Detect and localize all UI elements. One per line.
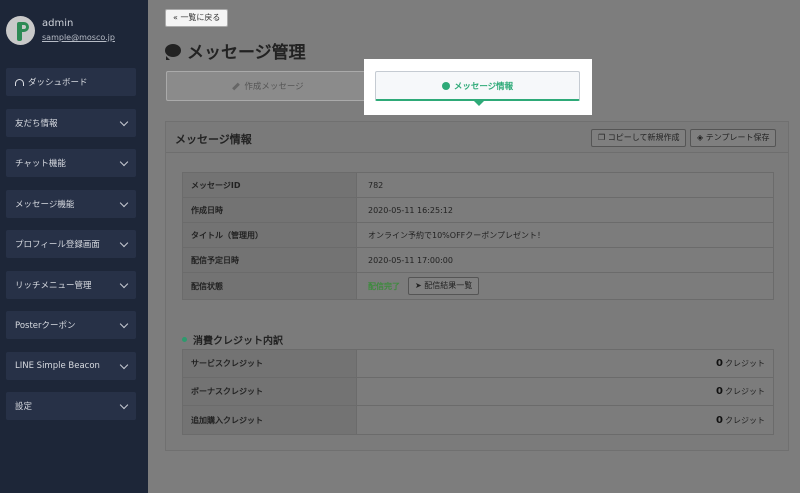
credit-section-title: 消費クレジット内訳	[182, 332, 283, 347]
credit-value: 0	[716, 358, 723, 369]
table-row: 作成日時 2020-05-11 16:25:12	[183, 198, 773, 223]
tab-label: メッセージ情報	[453, 81, 514, 92]
active-caret-icon	[474, 101, 484, 106]
send-icon: ➤	[415, 281, 425, 290]
panel-title: メッセージ情報	[175, 133, 252, 146]
row-value: オンライン予約で10%OFFクーポンプレゼント！	[368, 230, 546, 240]
sidebar-item-rich-menu[interactable]: リッチメニュー管理	[6, 270, 136, 299]
info-icon	[441, 81, 450, 90]
row-value: 2020-05-11 17:00:00	[368, 255, 453, 265]
row-label: 配信予定日時	[183, 248, 357, 272]
sidebar-item-beacon[interactable]: LINE Simple Beacon	[6, 351, 136, 380]
save-template-label: テンプレート保存	[705, 133, 770, 142]
credit-unit: クレジット	[725, 387, 765, 396]
credit-value: 0	[716, 414, 723, 426]
row-label: ボーナスクレジット	[183, 378, 357, 405]
sidebar: admin sample@mosco.jp ダッシュボード 友だち情報 チャット…	[0, 0, 148, 493]
save-template-button[interactable]: ◈ テンプレート保存	[690, 129, 777, 147]
avatar	[6, 15, 35, 45]
row-value: 0 クレジット	[357, 415, 773, 426]
tab-label: 作成メッセージ	[244, 82, 304, 92]
credit-value: 0	[716, 386, 723, 397]
chevron-down-icon	[119, 279, 129, 288]
table-row: サービスクレジット 0 クレジット	[183, 350, 773, 378]
bullet-icon	[182, 337, 187, 342]
message-info-table: メッセージID 782 作成日時 2020-05-11 16:25:12 タイト…	[182, 172, 774, 300]
back-to-list-button[interactable]: « 一覧に戻る	[165, 9, 229, 27]
sidebar-item-settings[interactable]: 設定	[6, 392, 136, 420]
credit-unit: クレジット	[725, 415, 765, 425]
user-email-link[interactable]: sample@mosco.jp	[42, 33, 115, 42]
sidebar-item-label: Posterクーポン	[15, 321, 76, 331]
layers-icon: ◈	[697, 133, 706, 142]
page-title: メッセージ管理	[165, 38, 306, 63]
row-label: サービスクレジット	[183, 350, 357, 377]
sidebar-item-label: チャット機能	[15, 159, 66, 169]
table-row: メッセージID 782	[183, 173, 773, 198]
chevron-down-icon	[119, 198, 129, 207]
table-row: 追加購入クレジット 0 クレジット	[183, 406, 773, 434]
dashboard-icon	[15, 78, 24, 86]
panel-header: メッセージ情報 ❐ コピーして新規作成 ◈ テンプレート保存	[166, 122, 788, 153]
sidebar-item-dashboard[interactable]: ダッシュボード	[6, 68, 136, 96]
credit-title-text: 消費クレジット内訳	[193, 336, 283, 347]
row-label: メッセージID	[183, 173, 357, 197]
message-info-panel: メッセージ情報 ❐ コピーして新規作成 ◈ テンプレート保存 メッセージID 7…	[165, 121, 789, 451]
row-label: タイトル（管理用）	[183, 223, 357, 247]
page-title-text: メッセージ管理	[187, 43, 306, 63]
status-badge: 配信完了	[368, 281, 400, 291]
copy-new-button[interactable]: ❐ コピーして新規作成	[591, 129, 687, 147]
table-row: タイトル（管理用） オンライン予約で10%OFFクーポンプレゼント！	[183, 223, 773, 248]
user-name: admin	[42, 18, 74, 29]
sidebar-item-label: LINE Simple Beacon	[15, 360, 100, 371]
delivery-results-button[interactable]: ➤ 配信結果一覧	[408, 277, 480, 295]
chevron-down-icon	[119, 360, 129, 369]
row-value: 2020-05-11 16:25:12	[368, 205, 453, 215]
tab-message-info[interactable]: メッセージ情報	[375, 71, 580, 106]
sidebar-item-friends[interactable]: 友だち情報	[6, 108, 136, 137]
delivery-results-label: 配信結果一覧	[424, 281, 473, 290]
sidebar-item-label: 友だち情報	[15, 118, 58, 129]
table-row: 配信予定日時 2020-05-11 17:00:00	[183, 248, 773, 273]
comment-icon	[165, 44, 181, 60]
copy-new-label: コピーして新規作成	[607, 133, 680, 142]
sidebar-nav: ダッシュボード 友だち情報 チャット機能 メッセージ機能 プロフィール登録画面 …	[6, 68, 136, 433]
sidebar-item-label: ダッシュボード	[28, 78, 88, 88]
chevron-down-icon	[119, 117, 129, 126]
credit-unit: クレジット	[725, 359, 765, 368]
chevron-down-icon	[119, 400, 129, 410]
sidebar-item-poster-coupon[interactable]: Posterクーポン	[6, 311, 136, 339]
chevron-down-icon	[119, 319, 129, 329]
sidebar-item-label: メッセージ機能	[15, 199, 75, 210]
table-row-status: 配信状態 配信完了 ➤ 配信結果一覧	[183, 273, 773, 299]
table-row: ボーナスクレジット 0 クレジット	[183, 378, 773, 406]
sidebar-item-label: プロフィール登録画面	[15, 240, 100, 250]
row-label: 追加購入クレジット	[183, 406, 357, 434]
sidebar-item-label: リッチメニュー管理	[15, 280, 92, 291]
chevron-down-icon	[119, 157, 129, 167]
chevron-down-icon	[119, 238, 129, 248]
row-label: 作成日時	[183, 198, 357, 222]
sidebar-item-label: 設定	[15, 402, 33, 412]
sidebar-item-chat[interactable]: チャット機能	[6, 149, 136, 177]
row-value: 0 クレジット	[357, 386, 773, 397]
row-value: 782	[368, 180, 384, 190]
user-profile: admin sample@mosco.jp	[6, 14, 115, 46]
sidebar-item-profile[interactable]: プロフィール登録画面	[6, 230, 136, 258]
row-value: 配信完了 ➤ 配信結果一覧	[357, 277, 480, 295]
pencil-icon	[232, 82, 241, 90]
tab-created-message[interactable]: 作成メッセージ	[166, 71, 370, 101]
row-label: 配信状態	[183, 273, 357, 299]
row-value: 0 クレジット	[357, 358, 773, 369]
copy-icon: ❐	[598, 133, 608, 142]
sidebar-item-message[interactable]: メッセージ機能	[6, 189, 136, 218]
credit-table: サービスクレジット 0 クレジット ボーナスクレジット 0 クレジット 追加購入…	[182, 349, 774, 435]
